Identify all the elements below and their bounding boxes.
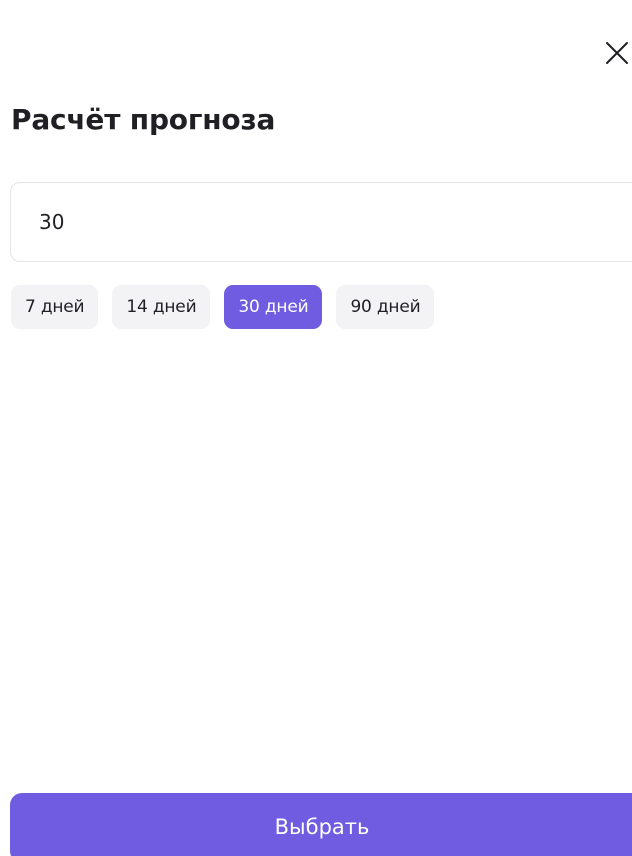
forecast-dialog: Расчёт прогноза 7 дней 14 дней 30 дней 9… — [0, 0, 632, 856]
close-button[interactable] — [600, 36, 632, 70]
chip-30-days[interactable]: 30 дней — [224, 285, 323, 329]
period-chips: 7 дней 14 дней 30 дней 90 дней — [11, 285, 435, 329]
dialog-title: Расчёт прогноза — [11, 103, 276, 136]
close-icon — [606, 42, 628, 64]
chip-14-days[interactable]: 14 дней — [112, 285, 211, 329]
days-input-field[interactable] — [10, 182, 632, 262]
chip-7-days[interactable]: 7 дней — [11, 285, 99, 329]
chip-90-days[interactable]: 90 дней — [336, 285, 435, 329]
select-button-label: Выбрать — [274, 815, 370, 839]
select-button[interactable]: Выбрать — [10, 793, 632, 856]
days-input[interactable] — [39, 183, 599, 261]
